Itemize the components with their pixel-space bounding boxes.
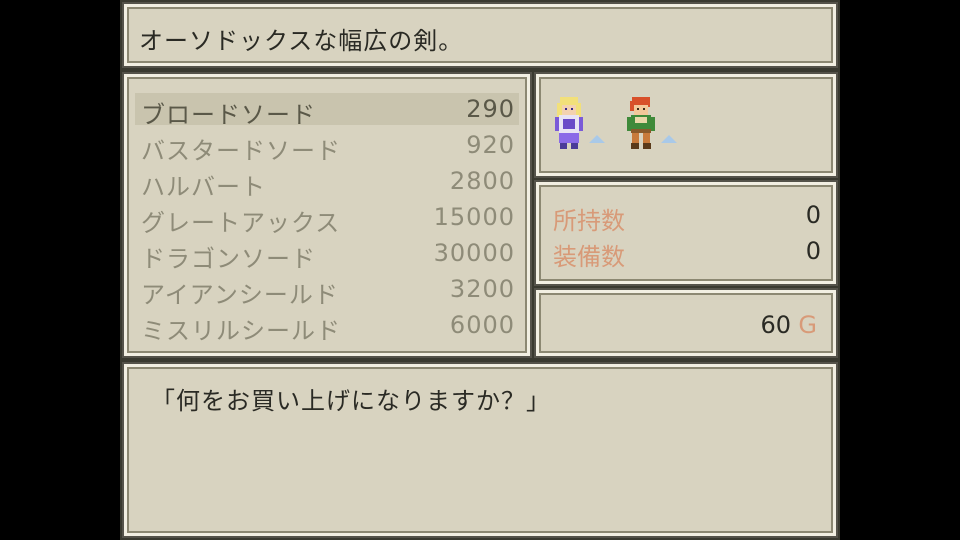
- item-name: グレートアックス: [141, 209, 341, 237]
- equipped-count-label: 装備数: [553, 243, 625, 271]
- shop-item-row[interactable]: ブロードソード 290: [135, 93, 519, 129]
- dialog-text: 「何をお買い上げになりますか？」: [151, 387, 551, 415]
- item-name: ハルバート: [141, 173, 266, 201]
- party-member-warrior-sprite[interactable]: [621, 95, 661, 151]
- item-name: ブロードソード: [141, 101, 316, 129]
- item-name: バスタードソード: [141, 137, 341, 165]
- shop-item-row[interactable]: ハルバート 2800: [135, 165, 519, 201]
- party-member-mage-sprite[interactable]: [549, 95, 589, 151]
- shop-item-row[interactable]: バスタードソード 920: [135, 129, 519, 165]
- item-price: 15000: [433, 203, 515, 231]
- item-name: アイアンシールド: [141, 281, 339, 309]
- item-price: 290: [466, 95, 515, 123]
- item-name: ドラゴンソード: [141, 245, 316, 273]
- owned-count-row: 所持数 0: [553, 199, 821, 235]
- item-description-panel: オーソドックスな幅広の剣。: [124, 4, 836, 66]
- shop-screen: オーソドックスな幅広の剣。 ブロードソード 290 バスタードソード 920 ハ…: [120, 0, 840, 540]
- shop-item-row[interactable]: グレートアックス 15000: [135, 201, 519, 237]
- shop-item-list: ブロードソード 290 バスタードソード 920 ハルバート 2800 グレート…: [124, 74, 530, 356]
- item-name: ミスリルシールド: [141, 317, 341, 345]
- item-price: 6000: [449, 311, 515, 339]
- item-description-text: オーソドックスな幅広の剣。: [139, 27, 464, 55]
- item-price: 920: [466, 131, 515, 159]
- shop-item-row[interactable]: アイアンシールド 3200: [135, 273, 519, 309]
- item-price: 30000: [433, 239, 515, 267]
- item-price: 3200: [449, 275, 515, 303]
- shop-item-row[interactable]: ミスリルシールド 6000: [135, 309, 519, 345]
- gold-amount: 60: [760, 311, 791, 339]
- item-price: 2800: [449, 167, 515, 195]
- can-equip-icon: [589, 135, 605, 143]
- equipped-count-value: 0: [805, 237, 821, 265]
- shopkeeper-dialog: 「何をお買い上げになりますか？」: [124, 364, 836, 536]
- gold-unit: G: [798, 311, 817, 339]
- owned-count-value: 0: [805, 201, 821, 229]
- party-panel: [536, 74, 836, 176]
- gold-panel: 60 G: [536, 290, 836, 356]
- owned-count-label: 所持数: [553, 207, 625, 235]
- item-count-panel: 所持数 0 装備数 0: [536, 182, 836, 284]
- equipped-count-row: 装備数 0: [553, 235, 821, 271]
- can-equip-icon: [661, 135, 677, 143]
- shop-item-row[interactable]: ドラゴンソード 30000: [135, 237, 519, 273]
